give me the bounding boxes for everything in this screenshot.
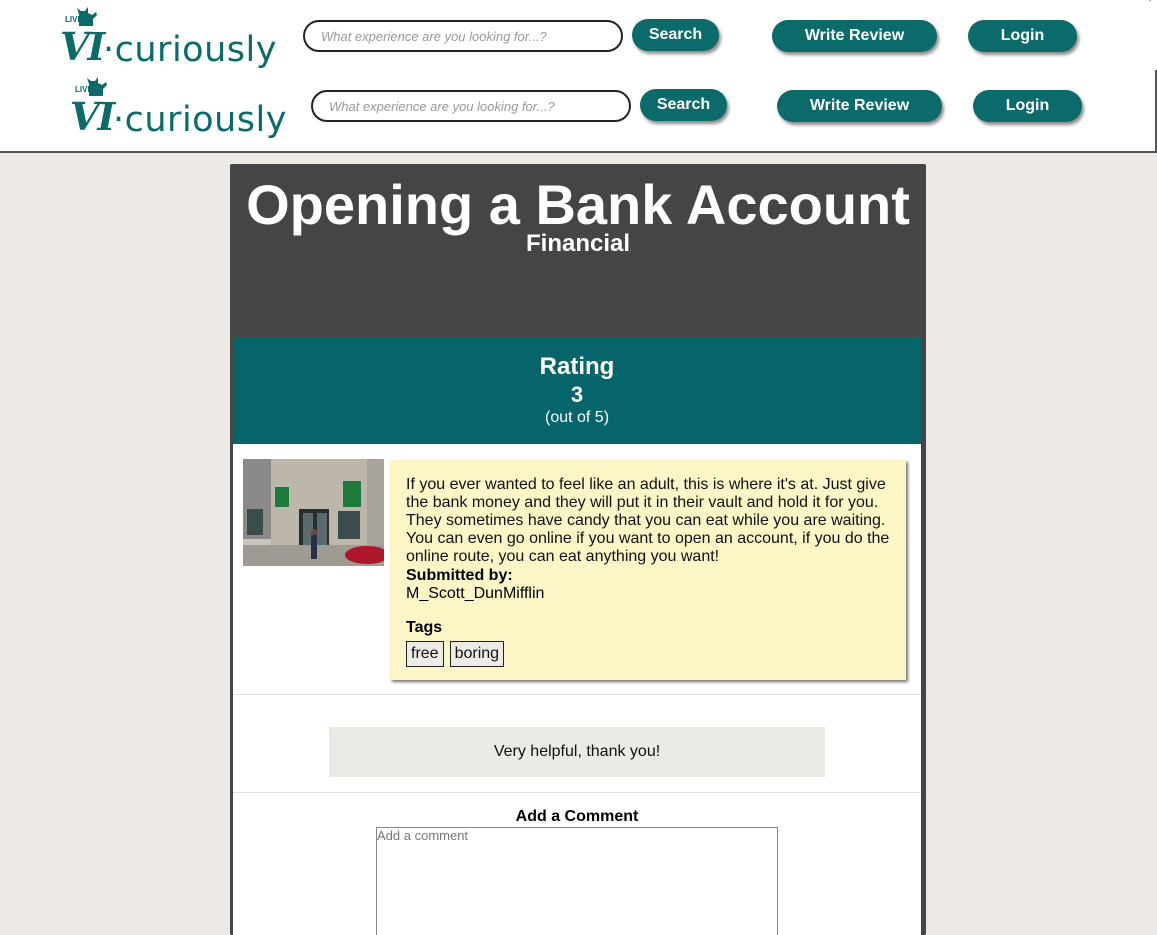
add-comment-label: Add a Comment — [515, 808, 639, 825]
login-button[interactable]: Login — [968, 20, 1077, 52]
login-button[interactable]: Login — [973, 90, 1082, 122]
site-logo[interactable]: LIVE VI ·curiously — [60, 6, 276, 70]
logo-wordmark: ·curiously — [113, 100, 287, 140]
tag-free[interactable]: free — [406, 641, 444, 667]
tag-boring[interactable]: boring — [449, 641, 505, 667]
add-comment-input[interactable] — [376, 827, 778, 935]
site-header-duplicate: LIVE VI ·curiously Search Write Review L… — [0, 70, 1157, 140]
review-photo — [243, 459, 384, 566]
search-input[interactable] — [311, 90, 631, 122]
write-review-button[interactable]: Write Review — [772, 20, 937, 52]
rating-label: Rating — [539, 353, 615, 380]
site-header: LIVE VI ·curiously Search Write Review L… — [0, 0, 1157, 70]
search-button[interactable]: Search — [640, 89, 727, 121]
rating-band: Rating 3 (out of 5) — [233, 337, 921, 444]
logo-badge: LIVE — [65, 15, 83, 24]
experience-title: Opening a Bank Account — [246, 173, 910, 236]
comment-item: Very helpful, thank you! — [329, 727, 825, 777]
experience-card: Opening a Bank Account Financial Rating … — [230, 164, 926, 935]
review-card: If you ever wanted to feel like an adult… — [390, 460, 906, 680]
write-review-button[interactable]: Write Review — [777, 90, 942, 122]
logo-mark: VI — [70, 94, 115, 139]
rating-scale: (out of 5) — [544, 409, 610, 426]
search-input[interactable] — [303, 20, 623, 52]
rating-value: 3 — [570, 382, 584, 407]
search-button[interactable]: Search — [632, 19, 719, 51]
logo-wordmark: ·curiously — [103, 30, 277, 70]
review-text: If you ever wanted to feel like an adult… — [406, 476, 890, 565]
divider — [233, 694, 921, 695]
site-logo[interactable]: LIVE VI ·curiously — [70, 76, 286, 140]
experience-header: Opening a Bank Account Financial — [233, 164, 923, 337]
logo-mark: VI — [60, 24, 105, 69]
submitted-by-label: Submitted by: — [406, 567, 513, 584]
comment-text: Very helpful, thank you! — [493, 743, 661, 760]
submitted-by-user[interactable]: M_Scott_DunMifflin — [406, 585, 890, 603]
logo-badge: LIVE — [75, 85, 93, 94]
review-section: If you ever wanted to feel like an adult… — [233, 444, 921, 935]
tag-list: free boring — [406, 641, 890, 667]
divider — [233, 792, 921, 793]
tags-label: Tags — [406, 619, 443, 636]
